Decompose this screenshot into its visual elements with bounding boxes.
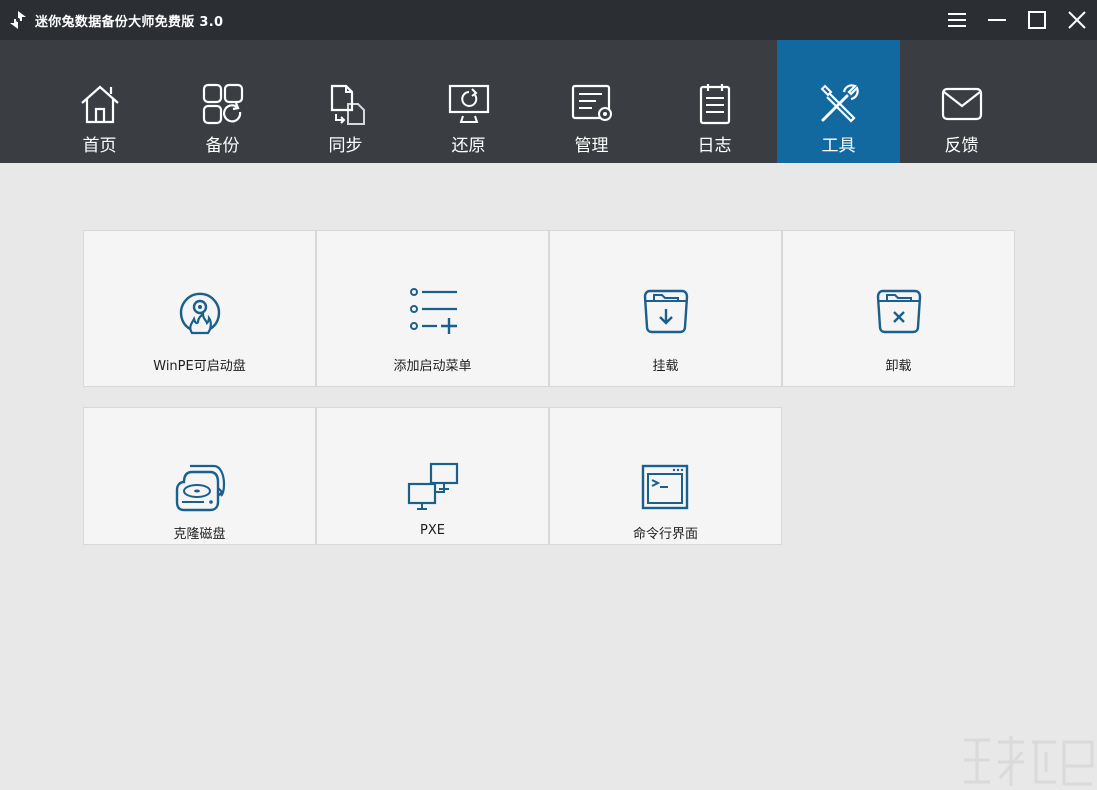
mount-icon (643, 289, 688, 334)
nav-tab-log[interactable]: 日志 (653, 40, 776, 163)
nav-label-tools: 工具 (821, 136, 856, 156)
minimize-button[interactable] (985, 8, 1009, 32)
tool-label-pxe: PXE (420, 523, 445, 538)
nav-label-log: 日志 (697, 136, 732, 156)
maximize-button[interactable] (1025, 8, 1049, 32)
maximize-icon (1028, 11, 1046, 29)
tools-icon (820, 84, 859, 123)
hamburger-menu-icon (948, 13, 966, 27)
tool-label-clone-disk: 克隆磁盘 (173, 527, 226, 542)
clone-disk-icon (175, 464, 225, 512)
unmount-icon (876, 289, 921, 334)
boot-menu-icon (409, 288, 457, 334)
nav-label-home: 首页 (82, 136, 117, 156)
nav-label-manage: 管理 (574, 136, 609, 156)
tool-label-winpe: WinPE可启动盘 (153, 359, 246, 374)
app-logo-icon (10, 11, 26, 29)
tool-label-unmount: 卸载 (885, 359, 912, 374)
minimize-icon (988, 19, 1006, 21)
title-bar: 迷你兔数据备份大师免费版 3.0 (0, 0, 1097, 40)
nav-tab-restore[interactable]: 还原 (407, 40, 530, 163)
nav-label-backup: 备份 (205, 136, 240, 156)
tool-pxe[interactable]: PXE (316, 407, 549, 545)
nav-tab-feedback[interactable]: 反馈 (900, 40, 1023, 163)
tool-unmount[interactable]: 卸载 (782, 230, 1015, 387)
feedback-icon (941, 87, 983, 121)
window-title: 迷你兔数据备份大师免费版 3.0 (35, 15, 224, 30)
watermark-logo-icon (964, 736, 1094, 786)
pxe-network-icon (407, 462, 458, 510)
command-line-icon (641, 464, 688, 510)
tool-mount[interactable]: 挂载 (549, 230, 782, 387)
nav-tab-backup[interactable]: 备份 (161, 40, 284, 163)
manage-icon (571, 84, 612, 121)
nav-tab-home[interactable]: 首页 (38, 40, 161, 163)
restore-icon (448, 84, 490, 123)
backup-icon (202, 83, 244, 125)
tool-label-mount: 挂载 (652, 359, 679, 374)
nav-label-restore: 还原 (451, 136, 486, 156)
nav-label-feedback: 反馈 (944, 136, 979, 156)
tool-label-command-line: 命令行界面 (632, 527, 698, 542)
close-icon (1068, 11, 1086, 29)
tool-clone-disk[interactable]: 克隆磁盘 (83, 407, 316, 545)
home-icon (81, 85, 119, 124)
nav-tab-manage[interactable]: 管理 (530, 40, 653, 163)
sync-icon (330, 84, 365, 125)
tool-winpe-bootable-disc[interactable]: WinPE可启动盘 (83, 230, 316, 387)
tool-command-line[interactable]: 命令行界面 (549, 407, 782, 545)
nav-tab-sync[interactable]: 同步 (284, 40, 407, 163)
main-nav: 首页 备份 同步 还原 管理 日志 工具 反馈 (0, 40, 1097, 163)
tool-add-boot-menu[interactable]: 添加启动菜单 (316, 230, 549, 387)
nav-tab-tools[interactable]: 工具 (777, 40, 900, 163)
menu-button[interactable] (945, 8, 969, 32)
tool-label-boot-menu: 添加启动菜单 (393, 359, 472, 374)
close-button[interactable] (1065, 8, 1089, 32)
log-icon (699, 84, 731, 125)
bootable-disc-icon (179, 292, 220, 335)
nav-label-sync: 同步 (328, 136, 363, 156)
